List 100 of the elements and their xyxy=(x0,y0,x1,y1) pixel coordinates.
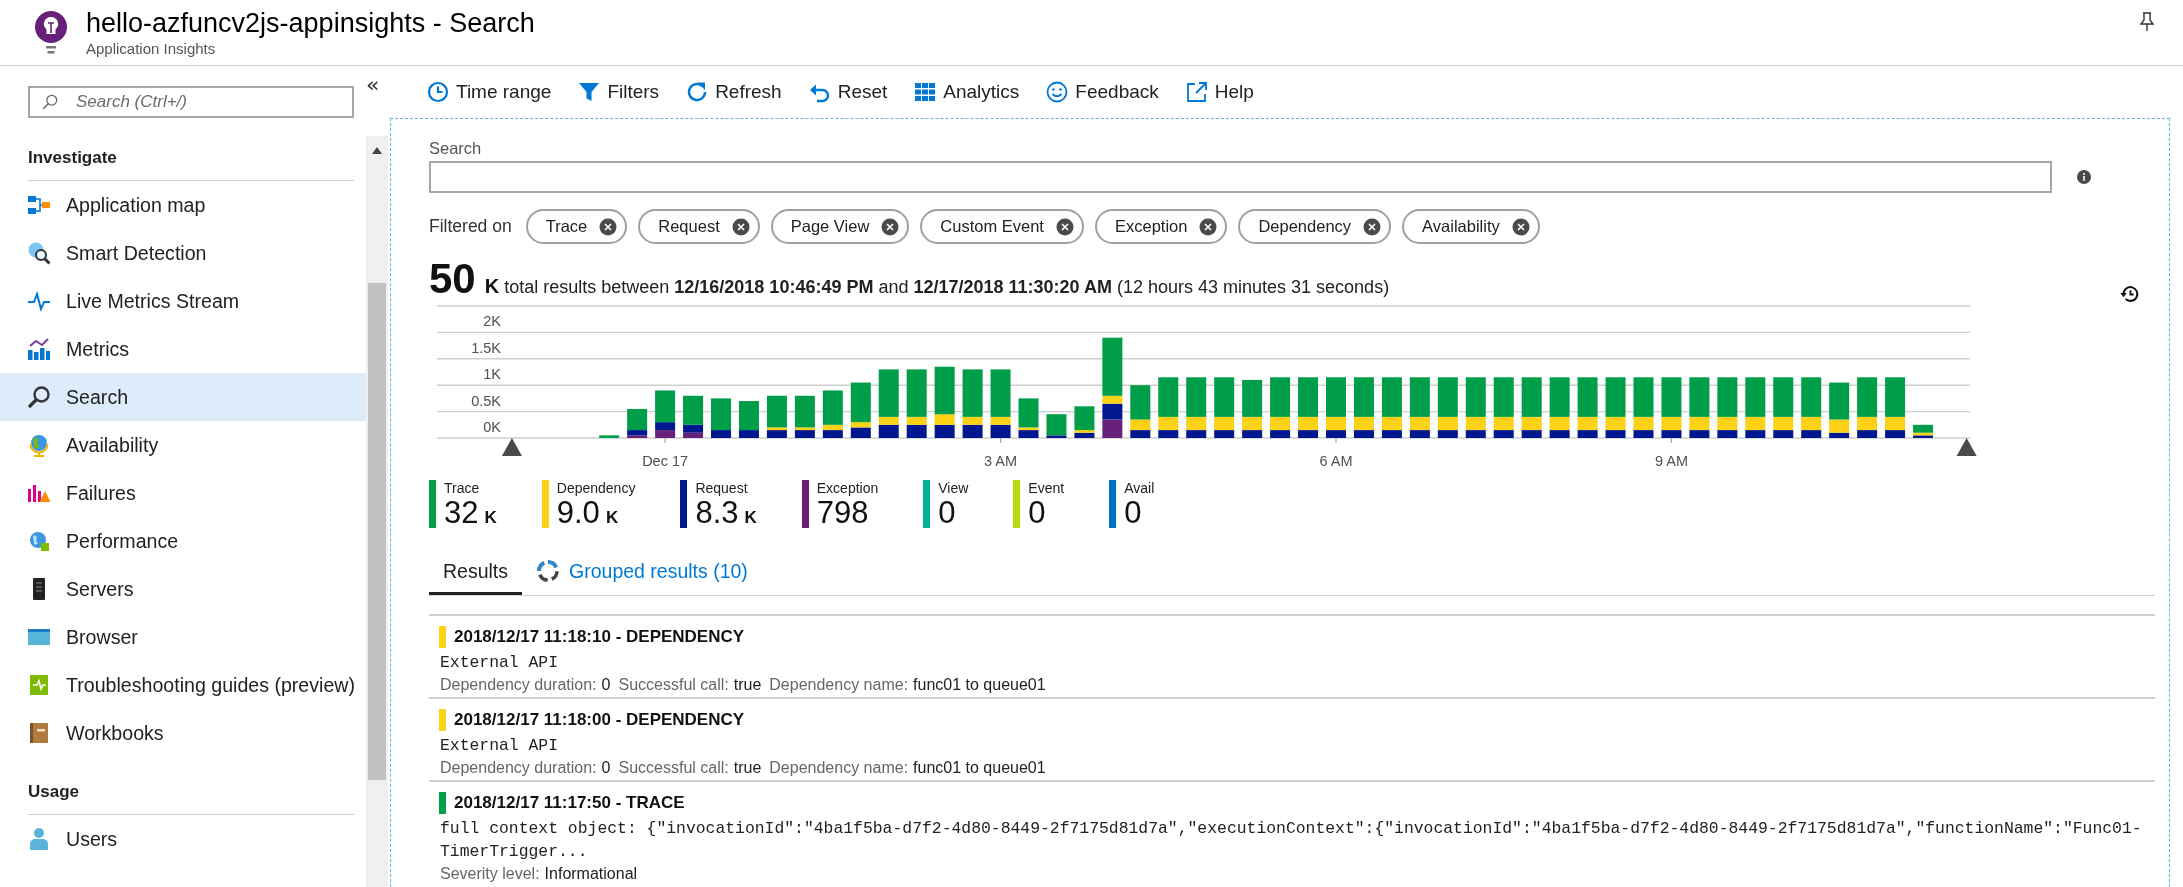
range-start-handle[interactable] xyxy=(501,438,522,456)
collapse-button[interactable]: « xyxy=(364,74,382,96)
globe-stand-icon xyxy=(27,433,51,457)
sidebar-item[interactable]: Workbooks xyxy=(0,709,366,757)
section-heading: Usage xyxy=(28,770,354,815)
legend-value: 32 K xyxy=(444,497,497,532)
legend-value: 0 xyxy=(938,497,956,528)
toolbar-button[interactable]: Time range xyxy=(427,81,552,103)
toolbar-button[interactable]: Help xyxy=(1185,81,1254,103)
x-axis-label: 6 AM xyxy=(1319,453,1353,469)
result-field: Dependency name: func01 to queue01 xyxy=(769,757,1046,779)
x-axis-label: 9 AM xyxy=(1654,453,1688,469)
filter-chip[interactable]: Exception xyxy=(1094,209,1228,244)
search-input[interactable] xyxy=(429,161,2052,193)
results-summary: total results between 12/16/2018 10:46:49 PM and 12/17/2018 11:30:20 AM (12 hours 43 minutes 31 seconds) xyxy=(504,277,1390,298)
legend-value: 0 xyxy=(1124,497,1142,528)
y-axis-label: 1K xyxy=(483,366,501,383)
refresh-icon xyxy=(686,81,709,103)
tab[interactable]: Results xyxy=(429,550,523,595)
remove-icon[interactable] xyxy=(731,217,750,236)
pin-icon[interactable] xyxy=(2139,12,2155,32)
result-field: Severity level: Informational xyxy=(440,863,638,885)
remove-icon[interactable] xyxy=(1363,217,1382,236)
filter-chip[interactable]: Availability xyxy=(1402,209,1540,244)
sidebar-search-field[interactable]: Search (Ctrl+/) xyxy=(28,86,354,118)
result-title[interactable]: 2018/12/17 11:18:00 - DEPENDENCY xyxy=(454,710,745,730)
x-axis-label: Dec 17 xyxy=(642,453,689,469)
sidebar-item[interactable]: Smart Detection xyxy=(0,229,366,277)
external-link-icon xyxy=(1185,81,1208,103)
book-icon xyxy=(27,721,51,745)
total-count: 50 K xyxy=(429,259,500,304)
book-pulse-icon xyxy=(27,673,51,697)
legend-label: Dependency xyxy=(556,480,636,497)
search-icon xyxy=(27,385,51,409)
sidebar-item[interactable]: Live Metrics Stream xyxy=(0,277,366,325)
section-heading: Investigate xyxy=(28,136,354,181)
page-title: hello-azfuncv2js-appinsights - Search xyxy=(86,7,535,40)
remove-icon[interactable] xyxy=(881,217,900,236)
scroll-up-icon[interactable] xyxy=(372,147,382,154)
scrollbar-thumb[interactable] xyxy=(368,283,386,780)
sidebar-item[interactable]: Performance xyxy=(0,517,366,565)
filter-label: Filtered on xyxy=(429,216,512,237)
result-title[interactable]: 2018/12/17 11:17:50 - TRACE xyxy=(454,793,685,813)
smiley-icon xyxy=(1046,81,1069,103)
remove-icon[interactable] xyxy=(1055,217,1074,236)
info-icon[interactable] xyxy=(2077,170,2091,184)
result-field: Dependency duration: 0 xyxy=(440,674,611,696)
tab[interactable]: Grouped results (10) xyxy=(522,550,762,595)
filter-chip[interactable]: Dependency xyxy=(1238,209,1392,244)
page-subtitle: Application Insights xyxy=(86,40,217,58)
y-axis-label: 0K xyxy=(483,419,501,435)
result-message: External API xyxy=(439,735,560,757)
scrollbar-track[interactable] xyxy=(366,136,388,887)
legend-label: Request xyxy=(695,480,748,497)
history-icon[interactable] xyxy=(2119,283,2141,305)
toolbar-button[interactable]: Feedback xyxy=(1046,81,1159,103)
search-icon xyxy=(42,94,58,110)
filter-chip[interactable]: Trace xyxy=(525,209,628,244)
globe-icon xyxy=(27,529,51,553)
remove-icon[interactable] xyxy=(599,217,618,236)
toolbar-button[interactable]: Reset xyxy=(808,81,888,103)
y-axis-label: 1.5K xyxy=(471,339,501,356)
y-axis-label: 0.5K xyxy=(471,392,501,409)
legend-value: 0 xyxy=(1028,497,1046,528)
sidebar-item[interactable]: Search xyxy=(0,373,366,421)
ring-icon xyxy=(536,559,561,583)
legend-label: Event xyxy=(1028,480,1065,497)
node-diagram-icon xyxy=(27,193,51,217)
sidebar-item[interactable]: Metrics xyxy=(0,325,366,373)
sidebar-item[interactable]: Servers xyxy=(0,565,366,613)
remove-icon[interactable] xyxy=(1511,217,1530,236)
sidebar-item[interactable]: Application map xyxy=(0,181,366,229)
sidebar-item[interactable]: Browser xyxy=(0,613,366,661)
field-label: Search xyxy=(429,138,483,158)
result-message: full context object: {"invocationId":"4ba1f5ba-d7f2-4d80-8449-2f7175d81d7a","executionContext":{"invocationId":"4ba1f5ba-d7f2-4d80-8449-2f7175d81d7a","functionName":"Func01-TimerTrigger... xyxy=(439,818,2143,863)
sidebar-item[interactable]: Availability xyxy=(0,421,366,469)
sidebar-item[interactable]: Failures xyxy=(0,469,366,517)
remove-icon[interactable] xyxy=(1199,217,1218,236)
legend-label: View xyxy=(938,480,969,497)
result-title[interactable]: 2018/12/17 11:18:10 - DEPENDENCY xyxy=(454,627,745,647)
toolbar-button[interactable]: Analytics xyxy=(914,81,1020,103)
range-end-handle[interactable] xyxy=(1956,438,1977,456)
pulse-icon xyxy=(27,289,51,313)
legend-value: 9.0 K xyxy=(556,497,619,532)
sidebar-item[interactable]: Users xyxy=(0,815,366,863)
toolbar-button[interactable]: Refresh xyxy=(686,81,782,103)
grid-icon xyxy=(914,81,937,103)
filter-chip[interactable]: Request xyxy=(638,209,760,244)
legend-value: 8.3 K xyxy=(695,497,757,532)
legend-label: Trace xyxy=(444,480,480,497)
x-axis-label: 3 AM xyxy=(984,453,1018,469)
toolbar-button[interactable]: Filters xyxy=(578,81,660,103)
bar-chart-icon xyxy=(27,337,51,361)
result-field: Successful call: true xyxy=(618,757,762,779)
result-field: Dependency duration: 0 xyxy=(440,757,611,779)
filter-chip[interactable]: Custom Event xyxy=(920,209,1084,244)
result-field: Dependency name: func01 to queue01 xyxy=(769,674,1046,696)
sidebar-item[interactable]: Troubleshooting guides (preview) xyxy=(0,661,366,709)
filter-chip[interactable]: Page View xyxy=(770,209,910,244)
legend-value: 798 xyxy=(816,497,869,528)
